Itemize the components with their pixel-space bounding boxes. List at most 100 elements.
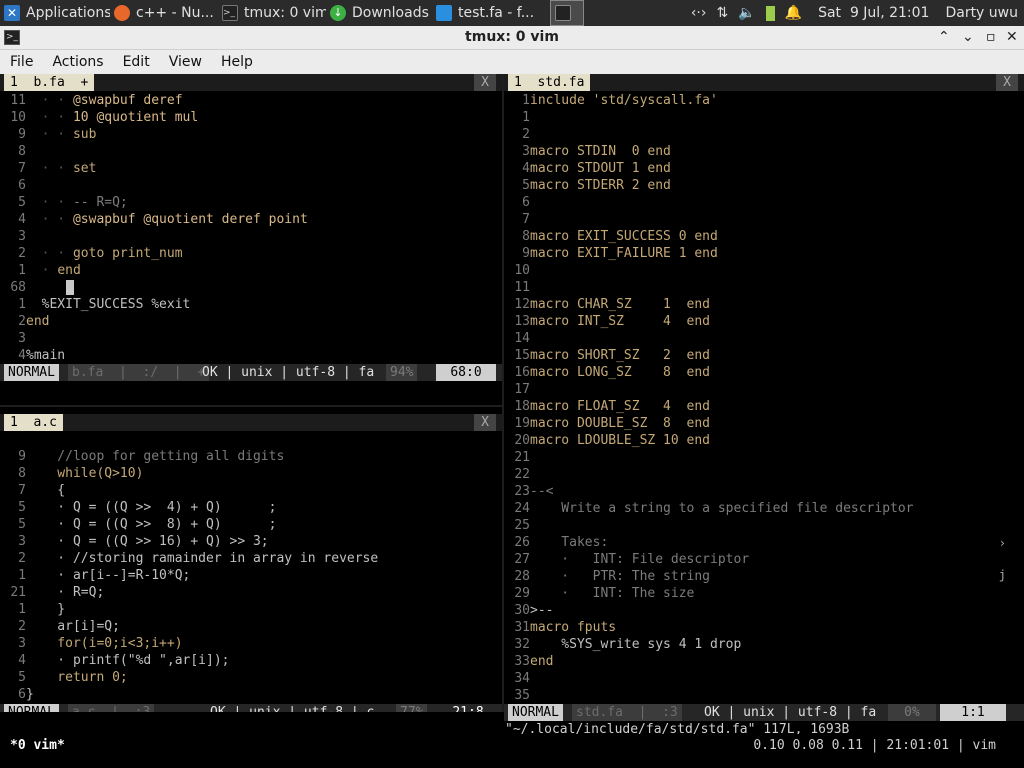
code-line[interactable]: 1 xyxy=(504,109,1024,126)
code-line[interactable]: 7 xyxy=(504,211,1024,228)
code-line[interactable]: 4%main xyxy=(0,347,502,364)
code-line[interactable]: 17 xyxy=(504,381,1024,398)
code-line[interactable]: 31macro fputs xyxy=(504,619,1024,636)
bell-icon[interactable]: 🔔 xyxy=(785,5,802,21)
menu-actions[interactable]: Actions xyxy=(42,54,112,70)
maximize-icon[interactable]: ⌄ xyxy=(962,29,974,45)
code-line[interactable]: 6 xyxy=(504,194,1024,211)
code-line[interactable]: 7 { xyxy=(0,482,502,499)
code-line[interactable]: 3 · Q = ((Q >> 16) + Q) >> 3; xyxy=(0,533,502,550)
code-line[interactable]: 4 · printf("%d ",ar[i]); xyxy=(0,652,502,669)
clock[interactable]: Sat 9 Jul, 21:01 xyxy=(818,5,929,21)
code-line[interactable]: 7 · · set xyxy=(0,160,502,177)
menu-view[interactable]: View xyxy=(159,54,211,70)
code-line[interactable]: 20macro LDOUBLE_SZ 10 end xyxy=(504,432,1024,449)
code-line[interactable]: 35 xyxy=(504,687,1024,704)
code-line[interactable]: 5 return 0; xyxy=(0,669,502,686)
code-line[interactable]: 2 ar[i]=Q; xyxy=(0,618,502,635)
code-line[interactable]: 11 xyxy=(504,279,1024,296)
tab-std-fa[interactable]: 1 std.fa xyxy=(508,74,591,91)
code-line[interactable]: 3macro STDIN 0 end xyxy=(504,143,1024,160)
close-icon[interactable]: ✕ xyxy=(1006,29,1018,45)
tmux-window-label[interactable]: *0 vim* xyxy=(10,738,65,753)
code-line[interactable]: 21 · R=Q; xyxy=(0,584,502,601)
code-line[interactable]: 24 Write a string to a specified file de… xyxy=(504,500,1024,517)
code-line[interactable]: 4 · · @swapbuf @quotient deref point xyxy=(0,211,502,228)
code-line[interactable]: 4macro STDOUT 1 end xyxy=(504,160,1024,177)
code-line[interactable]: 6} xyxy=(0,686,502,703)
vim-pane-a-c[interactable]: 1 a.c X 9 //loop for getting all digits 8… xyxy=(0,414,502,712)
code-line[interactable]: 68 xyxy=(0,279,502,296)
tab-close-button[interactable]: X xyxy=(474,74,496,91)
code-line[interactable]: 3 xyxy=(0,228,502,245)
user-name[interactable]: Darty uwu xyxy=(945,5,1018,21)
task-terminal-active[interactable] xyxy=(550,0,584,26)
task-vscode[interactable]: test.fa - f... xyxy=(432,0,544,26)
code-line[interactable]: 6 xyxy=(0,177,502,194)
code-line[interactable]: 16macro LONG_SZ 8 end xyxy=(504,364,1024,381)
code-line[interactable]: 33end xyxy=(504,653,1024,670)
code-line[interactable]: 9 //loop for getting all digits xyxy=(0,448,502,465)
code-line[interactable]: 1 } xyxy=(0,601,502,618)
code-line[interactable]: 2 · · goto print_num xyxy=(0,245,502,262)
code-line[interactable]: 1 · end xyxy=(0,262,502,279)
menu-help[interactable]: Help xyxy=(211,54,262,70)
code-line[interactable]: 27 · INT: File descriptor xyxy=(504,551,1024,568)
code-line[interactable]: 3 for(i=0;i<3;i++) xyxy=(0,635,502,652)
code-line[interactable]: 2 xyxy=(504,126,1024,143)
code-line[interactable]: 9macro EXIT_FAILURE 1 end xyxy=(504,245,1024,262)
code-line[interactable]: 32 %SYS_write sys 4 1 drop xyxy=(504,636,1024,653)
code-line[interactable]: 21 xyxy=(504,449,1024,466)
code-line[interactable]: 11 · · @swapbuf deref xyxy=(0,92,502,109)
network-icon[interactable]: ‹·› xyxy=(691,5,707,21)
code-line[interactable]: 5 · Q = ((Q >> 8) + Q) ; xyxy=(0,516,502,533)
menu-file[interactable]: File xyxy=(0,54,42,70)
code-line[interactable]: 2end xyxy=(0,313,502,330)
task-firefox[interactable]: c++ - Nu... xyxy=(110,0,218,26)
code-line[interactable]: 2 · //storing ramainder in array in reve… xyxy=(0,550,502,567)
code-line[interactable]: 19macro DOUBLE_SZ 8 end xyxy=(504,415,1024,432)
code-line[interactable]: 18macro FLOAT_SZ 4 end xyxy=(504,398,1024,415)
terminal[interactable]: 1 b.fa + X 11 · · @swapbuf deref 10 · · 1… xyxy=(0,74,1024,768)
code-line[interactable]: 22 xyxy=(504,466,1024,483)
code-line[interactable]: 8 while(Q>10) xyxy=(0,465,502,482)
code-line[interactable]: 12macro CHAR_SZ 1 end xyxy=(504,296,1024,313)
code-line[interactable]: 5 · · -- R=Q; xyxy=(0,194,502,211)
code-line[interactable]: 23--< xyxy=(504,483,1024,500)
task-downloads[interactable]: ↓ Downloads xyxy=(326,0,432,26)
volume-icon[interactable]: 🔈 xyxy=(738,5,755,21)
code-line[interactable]: 13macro INT_SZ 4 end xyxy=(504,313,1024,330)
pane-separator[interactable] xyxy=(0,405,502,407)
applications-menu[interactable]: ✕ Applications xyxy=(0,0,110,26)
minimize-icon[interactable]: ⌃ xyxy=(938,29,950,45)
code-line[interactable]: 10 · · 10 @quotient mul xyxy=(0,109,502,126)
code-line[interactable]: 15macro SHORT_SZ 2 end xyxy=(504,347,1024,364)
code-line[interactable]: 1 · ar[i--]=R-10*Q; xyxy=(0,567,502,584)
restore-icon[interactable]: ▫ xyxy=(986,29,996,45)
menu-edit[interactable]: Edit xyxy=(113,54,159,70)
code-line[interactable]: 10 xyxy=(504,262,1024,279)
vim-pane-std-fa[interactable]: 1 std.fa X 1include 'std/syscall.fa' 1 2 3m… xyxy=(504,74,1024,722)
code-line[interactable]: 1include 'std/syscall.fa' xyxy=(504,92,1024,109)
code-line[interactable]: 9 · · sub xyxy=(0,126,502,143)
code-line[interactable]: 8macro EXIT_SUCCESS 0 end xyxy=(504,228,1024,245)
code-line[interactable]: 29 · INT: The size xyxy=(504,585,1024,602)
code-line[interactable]: 3 xyxy=(0,330,502,347)
tab-close-button[interactable]: X xyxy=(996,74,1018,91)
code-line[interactable]: 26 Takes: xyxy=(504,534,1024,551)
code-line[interactable]: 30>-- xyxy=(504,602,1024,619)
code-line[interactable]: 5macro STDERR 2 end xyxy=(504,177,1024,194)
code-line[interactable]: 28 · PTR: The string xyxy=(504,568,1024,585)
tab-b-fa[interactable]: 1 b.fa + xyxy=(4,74,95,91)
code-line[interactable]: 8 xyxy=(0,143,502,160)
tab-close-button[interactable]: X xyxy=(474,414,496,431)
code-line[interactable]: 5 · Q = ((Q >> 4) + Q) ; xyxy=(0,499,502,516)
vim-pane-b-fa[interactable]: 1 b.fa + X 11 · · @swapbuf deref 10 · · 1… xyxy=(0,74,502,405)
code-line[interactable]: 25 xyxy=(504,517,1024,534)
task-tmux[interactable]: >_ tmux: 0 vim xyxy=(218,0,326,26)
battery-icon[interactable] xyxy=(765,5,775,21)
code-line[interactable]: 1 %EXIT_SUCCESS %exit xyxy=(0,296,502,313)
code-line[interactable]: 14 xyxy=(504,330,1024,347)
transfer-icon[interactable]: ⇅ xyxy=(716,5,728,21)
window-titlebar[interactable]: >_ tmux: 0 vim ⌃ ⌄ ▫ ✕ xyxy=(0,26,1024,50)
